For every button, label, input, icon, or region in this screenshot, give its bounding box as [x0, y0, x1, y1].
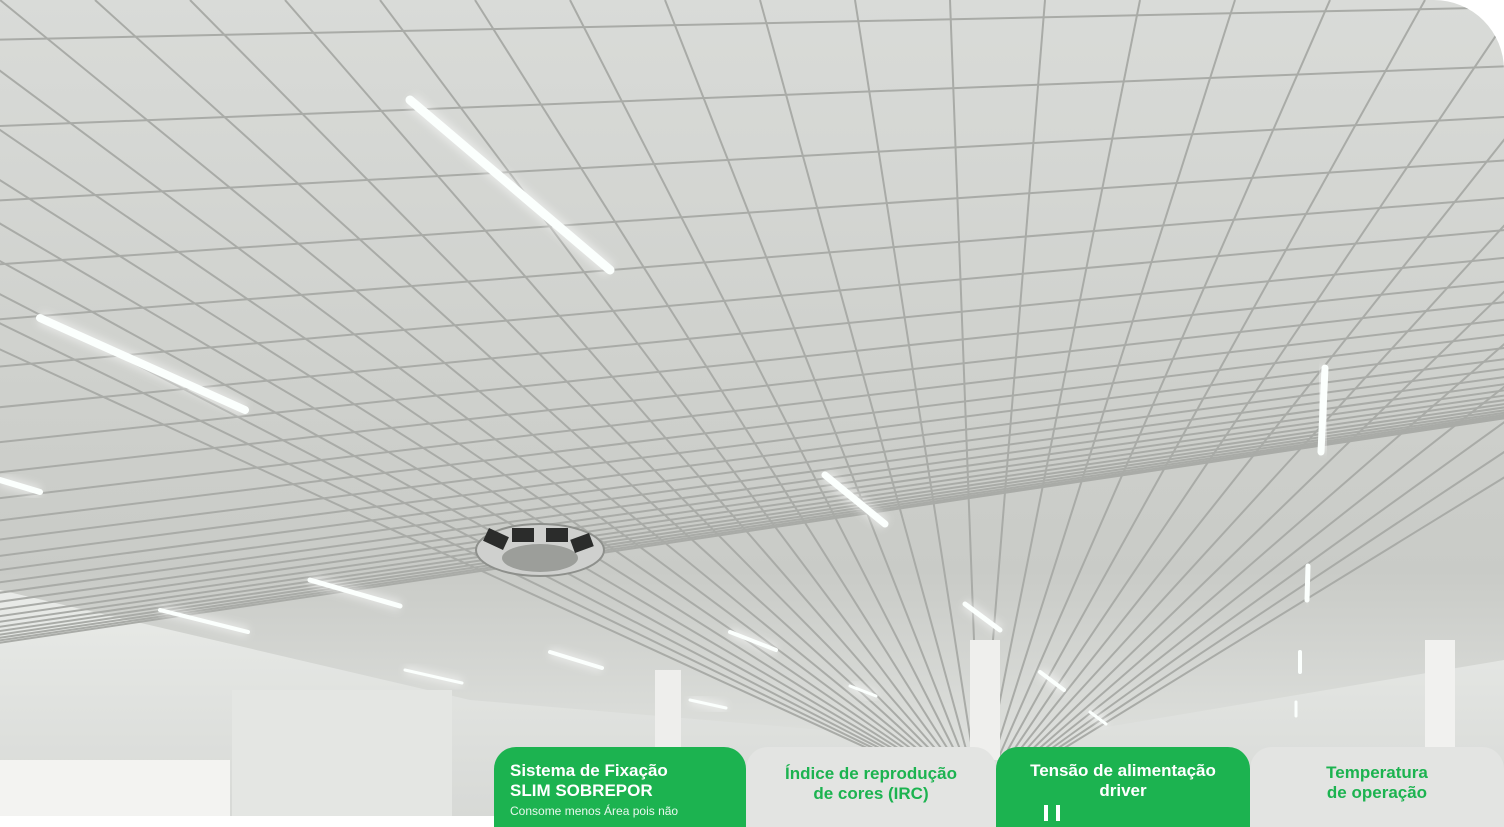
tab-temperature-title: Temperatura: [1250, 763, 1504, 783]
tab-fixing-system-subtitle: SLIM SOBREPOR: [510, 781, 746, 801]
tab-voltage-subtitle: driver: [996, 781, 1250, 801]
ceiling-grid-line: [0, 393, 1504, 612]
tab-supply-voltage[interactable]: Tensão de alimentação driver: [996, 747, 1250, 827]
tab-fixing-system-description: Consome menos Área pois não: [510, 801, 746, 821]
tab-irc-title: Índice de reprodução: [746, 764, 996, 784]
ceiling-grid-line: [988, 0, 1140, 760]
ceiling-grid-line: [0, 407, 1504, 633]
ceiling-grid-line: [0, 196, 1504, 321]
air-diffuser-icon: [476, 524, 604, 576]
tab-color-rendering-index[interactable]: Índice de reprodução de cores (IRC): [746, 747, 996, 827]
tab-fixing-system-title: Sistema de Fixação: [510, 761, 746, 781]
ceiling-photo: [0, 0, 1504, 816]
led-light-fixture: [550, 652, 602, 668]
ceiling-grid-line: [0, 381, 1504, 595]
led-light-fixture: [1321, 368, 1325, 452]
ceiling-grid-line: [993, 0, 1235, 760]
plug-icon: [1038, 805, 1066, 821]
ceiling-grid-line: [0, 116, 1504, 202]
ceiling-grid-line: [475, 0, 955, 760]
ceiling-photo-graphic: [0, 0, 1504, 816]
tab-temperature-subtitle: de operação: [1250, 783, 1504, 803]
led-light-fixture: [40, 318, 245, 410]
tab-irc-subtitle: de cores (IRC): [746, 784, 996, 804]
led-light-fixture: [1307, 566, 1308, 600]
tab-voltage-title: Tensão de alimentação: [996, 761, 1250, 781]
ceiling-grid-line: [0, 7, 1504, 40]
ceiling-grid-line: [285, 0, 945, 760]
ceiling-grid-line: [0, 401, 1504, 624]
tab-fixing-system[interactable]: Sistema de Fixação SLIM SOBREPOR Consome…: [494, 747, 746, 827]
tab-operating-temperature[interactable]: Temperatura de operação: [1250, 747, 1504, 827]
ceiling-grid-line: [855, 0, 974, 760]
ceiling-grid-line: [0, 388, 1504, 605]
ceiling-grid-line: [998, 0, 1331, 760]
led-light-fixture: [410, 100, 610, 270]
